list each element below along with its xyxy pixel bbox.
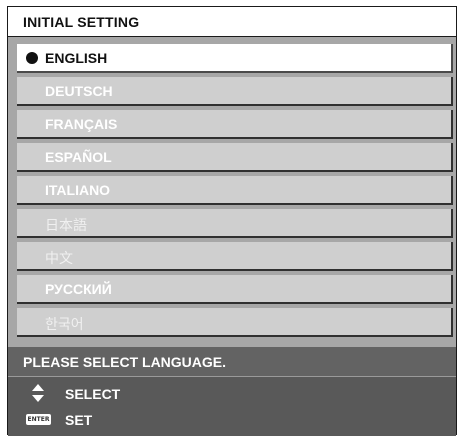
set-label: SET bbox=[65, 412, 93, 428]
enter-key-icon: ENTER bbox=[26, 414, 51, 425]
select-hint: SELECT bbox=[8, 382, 456, 406]
title-bar: INITIAL SETTING bbox=[8, 7, 456, 37]
language-item-russian[interactable]: РУССКИЙ bbox=[17, 275, 453, 304]
language-label: ESPAÑOL bbox=[45, 149, 112, 165]
set-hint: ENTER SET bbox=[8, 408, 456, 432]
language-label: 한국어 bbox=[45, 317, 84, 333]
language-item-italiano[interactable]: ITALIANO bbox=[17, 176, 453, 205]
language-item-japanese[interactable]: 日本語 bbox=[17, 209, 453, 238]
language-label: FRANÇAIS bbox=[45, 116, 118, 132]
language-item-english[interactable]: ENGLISH bbox=[17, 44, 453, 73]
instruction-message: PLEASE SELECT LANGUAGE. bbox=[23, 354, 227, 370]
language-list: ENGLISH DEUTSCH FRANÇAIS ESPAÑOL ITALIAN… bbox=[8, 37, 456, 347]
language-label: DEUTSCH bbox=[45, 83, 113, 99]
language-label: РУССКИЙ bbox=[45, 281, 112, 297]
language-item-korean[interactable]: 한국어 bbox=[17, 308, 453, 337]
select-label: SELECT bbox=[65, 386, 121, 402]
language-item-deutsch[interactable]: DEUTSCH bbox=[17, 77, 453, 106]
language-label: ENGLISH bbox=[45, 50, 108, 66]
language-item-francais[interactable]: FRANÇAIS bbox=[17, 110, 453, 139]
initial-setting-panel: INITIAL SETTING ENGLISH DEUTSCH FRANÇAIS… bbox=[7, 6, 457, 436]
language-item-espanol[interactable]: ESPAÑOL bbox=[17, 143, 453, 172]
panel-title: INITIAL SETTING bbox=[23, 14, 140, 30]
up-down-arrows-icon bbox=[32, 384, 44, 402]
message-bar: PLEASE SELECT LANGUAGE. bbox=[8, 347, 456, 377]
language-label: 中文 bbox=[45, 251, 73, 267]
selected-radio-icon bbox=[26, 52, 38, 64]
footer-hints: SELECT ENTER SET bbox=[8, 377, 456, 436]
language-label: 日本語 bbox=[45, 218, 87, 234]
language-label: ITALIANO bbox=[45, 182, 111, 198]
language-item-chinese[interactable]: 中文 bbox=[17, 242, 453, 271]
